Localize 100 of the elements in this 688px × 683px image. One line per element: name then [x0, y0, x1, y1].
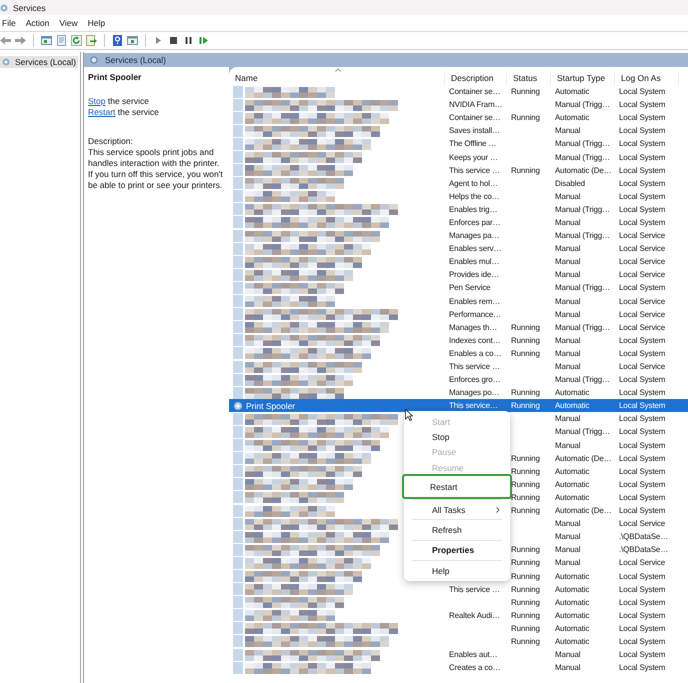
menu-item[interactable]: Stop: [406, 429, 508, 445]
table-cell: Print Spooler: [246, 400, 296, 411]
table-cell: Pen Service: [449, 283, 490, 292]
column-header[interactable]: Log On As: [615, 71, 679, 85]
action-text: Stop the service: [88, 96, 150, 107]
table-cell: Local System: [619, 100, 666, 110]
stop-icon[interactable]: [168, 35, 179, 46]
chevron-right-icon: [496, 506, 500, 513]
properties-icon[interactable]: [56, 35, 67, 46]
table-cell: Local System: [619, 139, 666, 148]
table-cell: Manages th…: [449, 322, 498, 332]
table-cell: Local System: [619, 166, 666, 175]
table-cell: Running: [511, 166, 540, 175]
table-cell: Provides ide…: [449, 270, 500, 280]
forward-arrow-icon[interactable]: [15, 35, 26, 46]
table-cell: Local System: [619, 480, 666, 489]
menu-item[interactable]: Refresh: [406, 522, 508, 538]
table-cell: Local System: [619, 388, 666, 398]
table-cell: Manual: [555, 310, 580, 319]
table-cell: Manual: [555, 192, 580, 201]
menu-item[interactable]: File: [0, 18, 21, 28]
table-cell: Local Service: [619, 310, 666, 319]
table-cell: Container se…: [449, 87, 500, 96]
table-cell: Local System: [619, 624, 666, 633]
refresh-icon[interactable]: [71, 35, 82, 46]
menu-item[interactable]: Action: [20, 18, 54, 28]
table-cell: Manual: [555, 244, 580, 254]
table-cell: Running: [511, 401, 540, 410]
table-cell: Manual (Trigg…: [555, 139, 610, 148]
table-cell: Enables a co…: [449, 348, 502, 358]
table-cell: Local System: [619, 204, 666, 214]
column-header[interactable]: Status: [507, 71, 551, 85]
table-cell: Running: [511, 492, 540, 502]
action-text: Restart the service: [88, 107, 160, 118]
table-cell: Manual: [555, 440, 580, 450]
export-icon[interactable]: [86, 35, 97, 46]
tree-item[interactable]: Services (Local): [0, 56, 78, 68]
action-link[interactable]: Restart: [88, 107, 116, 117]
table-cell: Enables serv…: [449, 244, 502, 254]
table-cell: Running: [511, 506, 540, 516]
table-cell: Automatic: [555, 624, 590, 633]
table-cell: Local System: [619, 348, 666, 358]
table-cell: Local System: [619, 663, 666, 672]
console-tree-icon[interactable]: [41, 35, 52, 46]
table-cell: Enforces par…: [449, 218, 500, 227]
menu-item[interactable]: Help: [82, 18, 110, 28]
table-cell: Automatic: [555, 572, 590, 581]
restart-icon[interactable]: [198, 35, 209, 46]
table-cell: Enables mul…: [449, 257, 500, 266]
table-cell: Enforces gro…: [449, 375, 500, 384]
menu-item[interactable]: Restart: [404, 476, 510, 498]
table-cell: Local System: [619, 283, 666, 292]
table-cell: Manual (Trigg…: [555, 204, 610, 214]
panel-title: Services (Local): [105, 55, 166, 65]
table-cell: Automatic: [555, 598, 590, 607]
table-cell: Keeps your …: [449, 152, 498, 162]
console-view-icon[interactable]: [127, 35, 138, 46]
table-cell: Running: [511, 87, 540, 96]
table-cell: Local Service: [619, 244, 666, 254]
table-cell: Local System: [619, 584, 666, 594]
table-cell: .\QBDataSe…: [619, 532, 668, 542]
menu-item[interactable]: Help: [406, 563, 508, 578]
pause-icon[interactable]: [183, 35, 194, 46]
table-cell: Automatic: [555, 636, 590, 646]
table-cell: Local Service: [619, 558, 666, 568]
table-cell: Local System: [619, 178, 666, 188]
table-cell: The Offline …: [449, 139, 496, 148]
table-cell: Automatic: [555, 388, 590, 398]
table-cell: Manual (Trigg…: [555, 100, 610, 110]
description-text: This service spools print jobs and handles interaction with the printer. If you turn off this service, you won't be able to print or see your printers.: [88, 147, 224, 191]
action-link[interactable]: Stop: [88, 96, 106, 106]
table-cell: Local System: [619, 126, 666, 136]
column-header[interactable]: Description: [445, 71, 507, 85]
table-cell: Local System: [619, 466, 666, 476]
table-cell: Running: [511, 322, 540, 332]
menu-item[interactable]: View: [54, 18, 83, 28]
menu-item[interactable]: All Tasks: [406, 502, 508, 518]
table-cell: Local System: [619, 650, 666, 660]
table-cell: Local System: [619, 414, 666, 424]
menu-item[interactable]: Properties: [406, 542, 508, 558]
table-cell: Realtek Audi…: [449, 610, 500, 620]
table-cell: Creates a co…: [449, 663, 500, 672]
column-header[interactable]: Name: [229, 71, 445, 85]
table-cell: Manual: [555, 257, 580, 266]
table-cell: Running: [511, 636, 540, 646]
window-title: Services: [13, 2, 46, 12]
table-cell: Manages po…: [449, 388, 500, 398]
help-icon[interactable]: [112, 35, 123, 46]
table-cell: Local System: [619, 506, 666, 516]
table-cell: Automatic (De…: [555, 166, 612, 175]
table-cell: Manual: [555, 126, 580, 136]
table-cell: Local System: [619, 427, 666, 436]
table-cell: Manual (Trigg…: [555, 152, 610, 162]
table-cell: Running: [511, 598, 540, 607]
table-cell: Local System: [619, 440, 666, 450]
table-cell: Local Service: [619, 296, 666, 306]
back-arrow-icon[interactable]: [0, 35, 11, 46]
table-cell: Local System: [619, 492, 666, 502]
table-cell: Running: [511, 610, 540, 620]
column-header[interactable]: Startup Type: [551, 71, 615, 85]
